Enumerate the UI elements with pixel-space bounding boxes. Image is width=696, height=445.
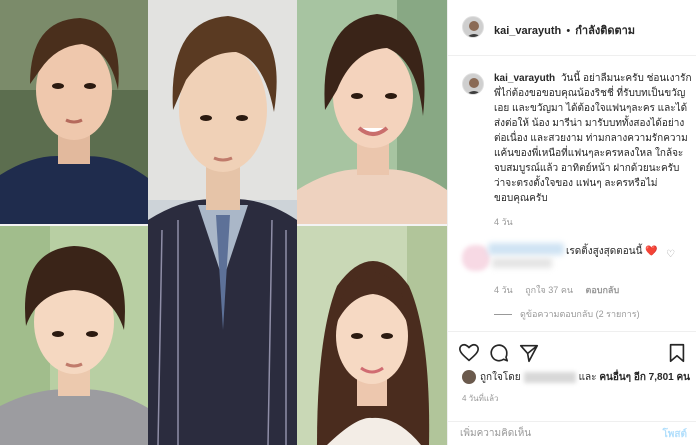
post-sidebar: kai_varayuth • กำลังติดตาม kai_varayuth …	[447, 0, 696, 445]
portrait-tile-2	[148, 0, 297, 445]
heart-icon[interactable]	[458, 342, 480, 364]
comments-section[interactable]: kai_varayuth วันนี้ อย่าลืมนะครับ ช่อนเง…	[448, 57, 696, 330]
reply-timestamp: 4 วัน	[494, 285, 513, 295]
blurred-username	[488, 243, 564, 255]
portrait-image-2	[148, 0, 297, 445]
view-replies-link[interactable]: ดูข้อความตอบกลับ (2 รายการ)	[494, 307, 640, 321]
portrait-image-1	[0, 0, 148, 224]
likes-summary[interactable]: ถูกใจโดย และ คนอื่นๆ อีก 7,801 คน	[462, 370, 690, 385]
likes-count[interactable]: คนอื่นๆ อีก 7,801 คน	[599, 372, 690, 383]
blurred-liker-name	[523, 371, 576, 383]
reply-meta: 4 วัน ถูกใจ 37 คน ตอบกลับ	[494, 283, 629, 297]
post-actions: ถูกใจโดย และ คนอื่นๆ อีก 7,801 คน 4 วันที…	[448, 331, 696, 421]
post-comment-button[interactable]: โพสต์	[662, 427, 687, 442]
post-timestamp: 4 วันที่แล้ว	[462, 394, 499, 403]
add-comment-bar: โพสต์	[448, 421, 696, 445]
post-caption: kai_varayuth วันนี้ อย่าลืมนะครับ ช่อนเง…	[494, 71, 692, 206]
post-image-collage[interactable]	[0, 0, 447, 445]
caption-avatar[interactable]	[462, 73, 484, 95]
portrait-image-5	[297, 226, 447, 445]
header-username[interactable]: kai_varayuth	[494, 25, 561, 37]
share-arrow-icon[interactable]	[518, 342, 540, 364]
avatar[interactable]	[462, 16, 484, 38]
avatar-image	[463, 17, 483, 37]
replies-divider-line	[494, 314, 512, 316]
header-text: kai_varayuth • กำลังติดตาม	[494, 21, 635, 39]
liked-by-and: และ	[578, 372, 597, 383]
caption-timestamp: 4 วัน	[494, 217, 513, 227]
liker-avatar	[462, 370, 476, 385]
portrait-image-3	[297, 0, 447, 224]
liked-by-prefix: ถูกใจโดย	[480, 372, 521, 383]
header-separator: •	[566, 25, 571, 37]
reply-comment-text: เรดติ้งสูงสุดตอนนี้ ❤️	[566, 246, 658, 257]
caption-text: วันนี้ อย่าลืมนะครับ ช่อนเงารัก พี่ไก่ต้…	[494, 73, 692, 204]
post-header: kai_varayuth • กำลังติดตาม	[448, 0, 696, 56]
reply-likes-count[interactable]: ถูกใจ 37 คน	[525, 285, 573, 295]
portrait-tile-1	[0, 0, 148, 224]
comment-input[interactable]	[460, 425, 650, 442]
caption-avatar-image	[463, 74, 483, 94]
small-heart-icon[interactable]: ♡	[666, 249, 675, 260]
portrait-tile-3	[297, 0, 447, 224]
comment-bubble-icon[interactable]	[488, 342, 510, 364]
portrait-tile-4	[0, 226, 148, 445]
view-replies-label: ดูข้อความตอบกลับ (2 รายการ)	[520, 309, 640, 319]
bookmark-icon[interactable]	[666, 342, 688, 364]
portrait-tile-5	[297, 226, 447, 445]
reply-avatar[interactable]	[462, 245, 490, 271]
following-button[interactable]: กำลังติดตาม	[575, 25, 635, 37]
portrait-image-4	[0, 226, 148, 445]
blurred-text	[492, 258, 552, 268]
caption-username[interactable]: kai_varayuth	[494, 73, 555, 84]
reply-button[interactable]: ตอบกลับ	[586, 285, 620, 295]
